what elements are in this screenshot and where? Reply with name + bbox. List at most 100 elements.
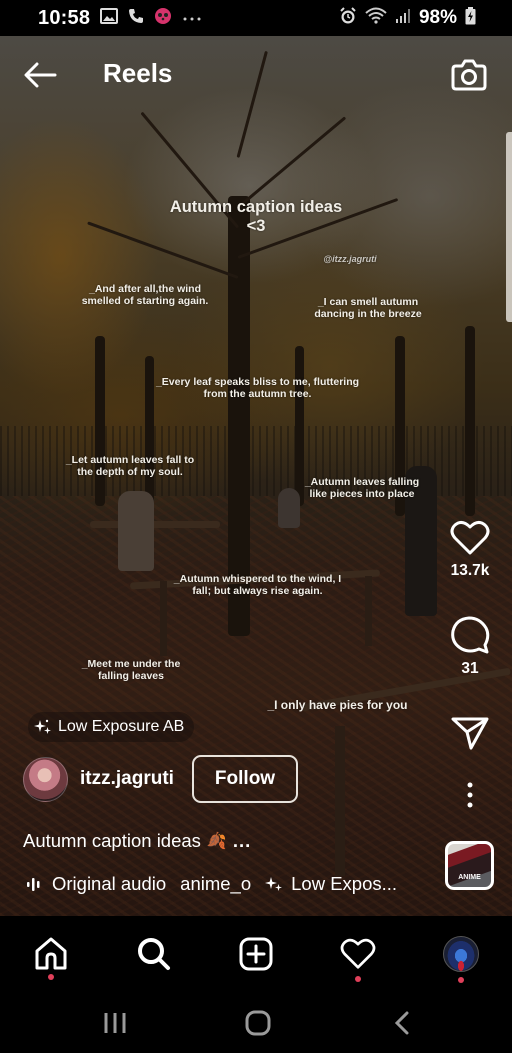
caption-line: the depth of my soul.: [77, 466, 183, 479]
audio-thumb-label: ANIME: [458, 874, 481, 881]
audio-thumbnail[interactable]: ANIME: [445, 841, 494, 890]
video-caption-overlay: _I can smell autumn dancing in the breez…: [300, 296, 436, 320]
caption-line: _I can smell autumn: [317, 296, 419, 308]
camera-icon: [451, 59, 487, 91]
audio-artist-label[interactable]: anime_o: [180, 873, 251, 895]
nav-create[interactable]: [234, 932, 278, 976]
video-caption-overlay: _Autumn leaves falling like pieces into …: [295, 476, 429, 500]
background-bench-leg: [335, 726, 345, 876]
caption-line: _Autumn leaves falling: [304, 476, 420, 488]
share-send-icon[interactable]: [451, 716, 489, 750]
reels-header: Reels: [0, 52, 512, 98]
system-navigation-bar: [0, 996, 512, 1053]
effect-label: Low Exposure AB: [58, 718, 185, 735]
battery-charging-icon: [465, 6, 476, 30]
nav-search[interactable]: [132, 932, 176, 976]
recent-apps-button[interactable]: [95, 1008, 135, 1038]
nav-profile[interactable]: [439, 932, 483, 976]
video-caption-overlay: _Let autumn leaves fall to the depth of …: [50, 454, 210, 478]
arrow-left-icon: [24, 62, 57, 88]
caption-line: _Meet me under the: [81, 658, 181, 670]
comment-count[interactable]: 31: [461, 660, 478, 678]
fallen-leaf-icon: 🍂: [206, 833, 227, 850]
audio-effect-label[interactable]: Low Expos...: [291, 873, 397, 895]
notification-dot: [48, 974, 54, 980]
follow-button[interactable]: Follow: [192, 755, 298, 803]
more-vertical-icon: [467, 782, 473, 808]
caption-line: _I only have pies for you: [267, 698, 408, 712]
status-bar: 10:58 98%: [0, 0, 512, 36]
phone-icon: [128, 8, 144, 29]
more-options-button[interactable]: [440, 782, 500, 808]
alarm-icon: [339, 6, 357, 30]
home-outline-icon: [245, 1010, 271, 1036]
back-button[interactable]: [22, 60, 58, 90]
chevron-left-icon: [394, 1011, 409, 1035]
foodpanda-icon: [154, 7, 172, 30]
status-time: 10:58: [38, 6, 91, 29]
caption-line: _Let autumn leaves fall to: [65, 454, 195, 466]
gallery-icon: [100, 7, 119, 29]
video-watermark: @itzz.jagruti: [323, 254, 377, 264]
caption-line: dancing in the breeze: [314, 308, 422, 321]
notification-dot: [355, 976, 361, 982]
comment-icon[interactable]: [450, 616, 490, 654]
caption-line: falling leaves: [98, 670, 164, 683]
scroll-handle[interactable]: [506, 132, 512, 322]
background-tree-trunk: [465, 326, 475, 516]
caption-line: _Autumn whispered to the wind, I: [173, 573, 342, 585]
more-dots-icon: [182, 9, 202, 27]
heart-icon: [340, 938, 376, 969]
nav-home[interactable]: [29, 932, 73, 976]
add-post-icon: [239, 937, 273, 971]
heart-icon[interactable]: [450, 520, 490, 556]
background-bench-leg: [365, 576, 372, 646]
video-caption-overlay: _Meet me under the falling leaves: [66, 658, 196, 682]
sparkles-icon: [265, 877, 283, 891]
background-bench: [90, 521, 220, 528]
comment-action: 31: [440, 616, 500, 678]
background-tree-trunk: [228, 196, 250, 636]
signal-icon: [395, 8, 411, 29]
battery-percent: 98%: [418, 7, 457, 28]
video-caption-overlay: _I only have pies for you: [255, 698, 420, 713]
profile-avatar: [443, 936, 479, 972]
video-title-overlay: Autumn caption ideas <3: [130, 198, 382, 236]
video-caption-overlay: _Every leaf speaks bliss to me, flutteri…: [150, 376, 365, 400]
search-icon: [138, 938, 170, 970]
caption-line: like pieces into place: [309, 488, 415, 501]
author-avatar[interactable]: [23, 757, 68, 802]
caption-text: Autumn caption ideas: [23, 830, 201, 851]
nav-activity[interactable]: [336, 932, 380, 976]
wifi-icon: [365, 7, 387, 30]
caption-more[interactable]: ...: [233, 830, 251, 852]
system-back-button[interactable]: [382, 1008, 422, 1038]
caption-line: from the autumn tree.: [203, 388, 312, 401]
effect-pill[interactable]: Low Exposure AB: [28, 712, 195, 742]
original-audio-label[interactable]: Original audio: [52, 873, 166, 895]
page-title: Reels: [103, 58, 173, 88]
video-caption-overlay: _And after all,the wind smelled of start…: [60, 283, 230, 307]
sparkles-icon: [34, 719, 51, 734]
system-home-button[interactable]: [238, 1008, 278, 1038]
like-action: 13.7k: [440, 520, 500, 580]
audio-row[interactable]: Original audio anime_o Low Expos...: [26, 872, 426, 896]
background-branch: [237, 116, 347, 209]
reel-caption[interactable]: Autumn caption ideas 🍂 ...: [23, 830, 251, 852]
caption-line: smelled of starting again.: [81, 295, 209, 308]
author-username[interactable]: itzz.jagruti: [80, 768, 174, 790]
caption-line: fall; but always rise again.: [192, 585, 323, 598]
audio-wave-icon: [27, 878, 40, 891]
video-title-line: Autumn caption ideas: [169, 198, 343, 216]
background-tree-trunk: [95, 336, 105, 506]
background-person: [118, 491, 154, 571]
like-count[interactable]: 13.7k: [451, 562, 490, 580]
caption-line: _Every leaf speaks bliss to me, flutteri…: [155, 376, 360, 388]
bottom-nav: [0, 916, 512, 996]
camera-button[interactable]: [450, 56, 488, 94]
notification-dot: [458, 977, 464, 983]
home-icon: [35, 937, 67, 970]
recent-apps-icon: [104, 1013, 126, 1033]
video-caption-overlay: _Autumn whispered to the wind, I fall; b…: [160, 573, 355, 597]
share-action: [440, 716, 500, 750]
